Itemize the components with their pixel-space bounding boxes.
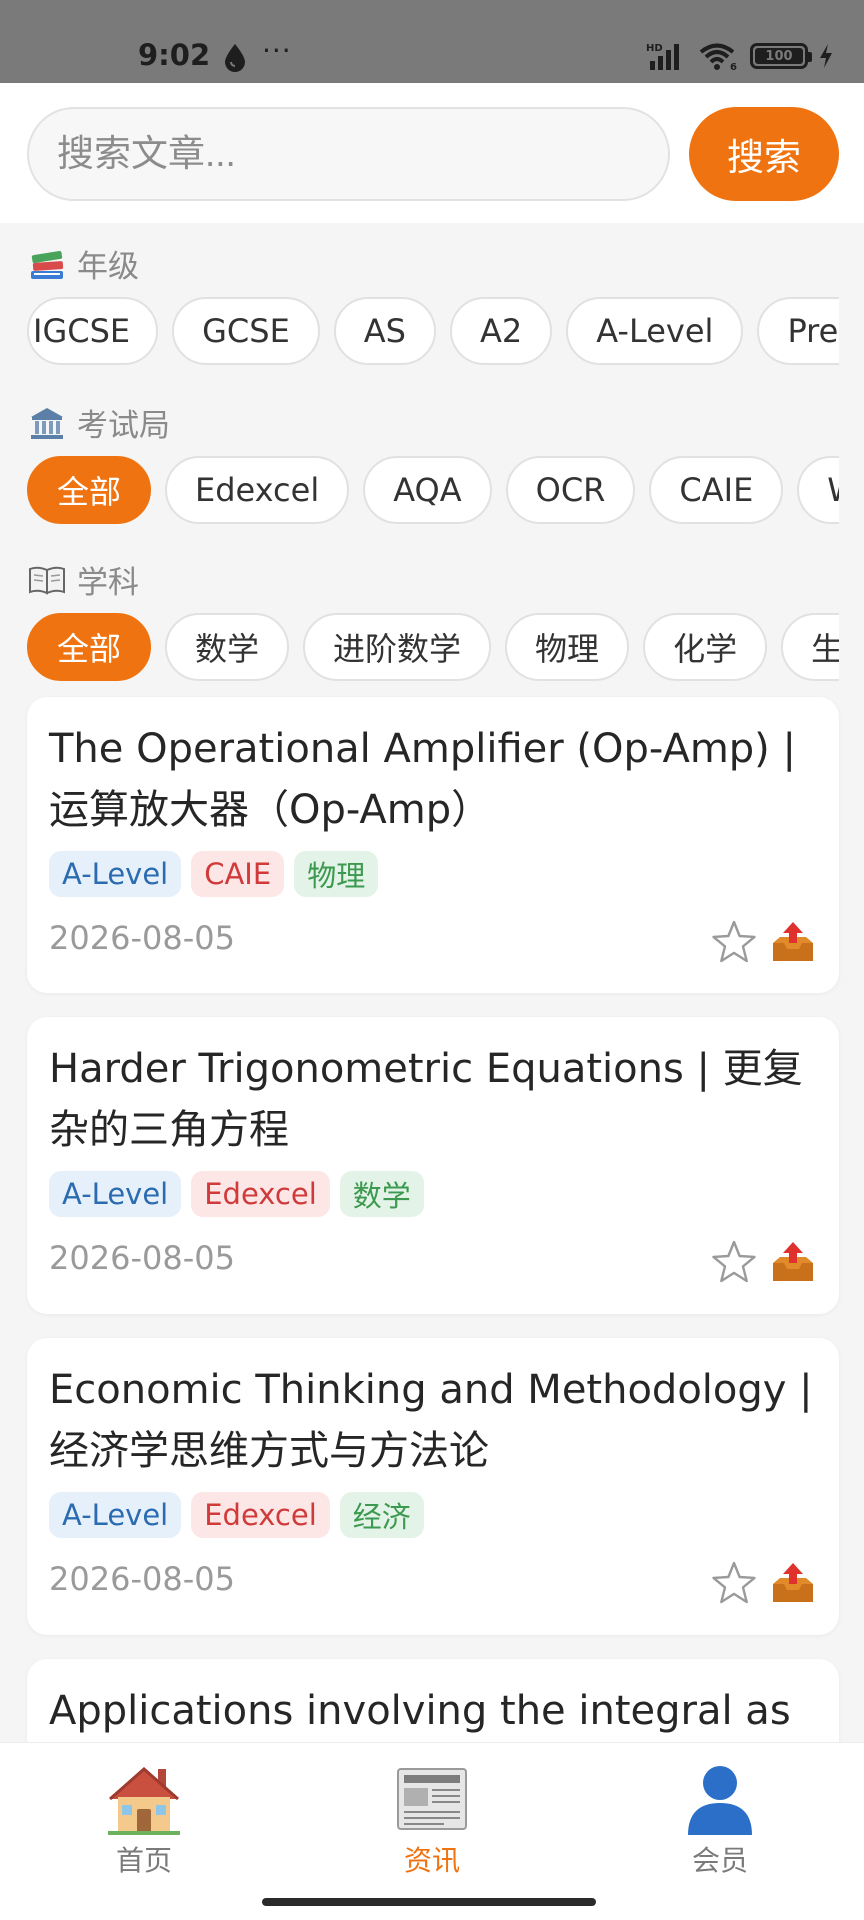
- grade-filter-label: 年级: [27, 241, 139, 286]
- chip-board-caie[interactable]: CAIE: [649, 456, 784, 524]
- tag-subject: 数学: [339, 1171, 424, 1217]
- svg-text:HD: HD: [646, 43, 663, 54]
- chip-grade-gcse[interactable]: GCSE: [172, 297, 320, 365]
- status-bar: 9:02 ··· HD 6 100: [0, 0, 864, 83]
- signal-icon: HD: [646, 43, 679, 70]
- home-indicator[interactable]: [262, 1898, 596, 1906]
- outbox-tray-icon[interactable]: [769, 1239, 817, 1285]
- search-button[interactable]: 搜索: [689, 107, 839, 201]
- chip-subject-further-math[interactable]: 进阶数学: [303, 613, 492, 681]
- chip-subject-biology[interactable]: 生: [781, 613, 839, 681]
- tag-level: A-Level: [49, 1171, 182, 1217]
- chip-board-all[interactable]: 全部: [27, 456, 152, 524]
- tag-board: CAIE: [191, 851, 285, 897]
- grade-chip-row: IGCSEGCSEASA2A-LevelPre-U: [27, 297, 839, 367]
- books-icon: [27, 244, 67, 284]
- article-tags: A-Level CAIE 物理: [49, 851, 379, 897]
- nav-member-label: 会员: [691, 1844, 748, 1877]
- star-icon[interactable]: [711, 919, 757, 965]
- chip-subject-physics[interactable]: 物理: [505, 613, 630, 681]
- chip-subject-all[interactable]: 全部: [27, 613, 152, 681]
- nav-news[interactable]: 资讯: [352, 1761, 512, 1879]
- article-card[interactable]: Economic Thinking and Methodology | 经济学思…: [27, 1338, 839, 1635]
- nav-home[interactable]: 首页: [64, 1761, 224, 1879]
- svg-text:6: 6: [730, 62, 737, 71]
- chip-board-aqa[interactable]: AQA: [363, 456, 492, 524]
- tag-level: A-Level: [49, 1492, 182, 1538]
- chip-board-wj[interactable]: WJ: [797, 456, 839, 524]
- status-time: 9:02: [138, 38, 211, 72]
- chip-grade-a2[interactable]: A2: [449, 297, 553, 365]
- article-title[interactable]: The Operational Amplifier (Op-Amp) | 运算放…: [49, 719, 819, 841]
- chip-grade-igcse[interactable]: IGCSE: [27, 297, 159, 365]
- nav-news-label: 资讯: [403, 1844, 460, 1877]
- board-chip-row: 全部EdexcelAQAOCRCAIEWJ: [27, 456, 839, 526]
- chip-grade-pre-u[interactable]: Pre-U: [757, 297, 839, 365]
- more-notifications-icon: ···: [262, 34, 292, 67]
- chip-subject-math[interactable]: 数学: [165, 613, 290, 681]
- tag-subject: 物理: [294, 851, 379, 897]
- chip-board-edexcel[interactable]: Edexcel: [165, 456, 350, 524]
- tag-board: Edexcel: [191, 1492, 330, 1538]
- water-drop-icon: [225, 44, 245, 72]
- tag-subject: 经济: [339, 1492, 424, 1538]
- article-title[interactable]: Applications involving the integral as: [49, 1681, 819, 1742]
- article-date: 2026-08-05: [49, 919, 235, 957]
- tag-level: A-Level: [49, 851, 182, 897]
- board-label: 考试局: [77, 408, 170, 444]
- outbox-tray-icon[interactable]: [769, 1560, 817, 1606]
- battery-icon: 100: [750, 43, 812, 69]
- battery-level: 100: [765, 48, 793, 64]
- wifi-icon: 6: [699, 43, 737, 71]
- article-tags: A-Level Edexcel 数学: [49, 1171, 424, 1217]
- bank-building-icon: [27, 403, 67, 443]
- tag-board: Edexcel: [191, 1171, 330, 1217]
- search-bar: 搜索: [0, 83, 864, 223]
- article-card[interactable]: The Operational Amplifier (Op-Amp) | 运算放…: [27, 697, 839, 993]
- subject-filter-label: 学科: [27, 557, 139, 602]
- article-tags: A-Level Edexcel 经济: [49, 1492, 424, 1538]
- article-title[interactable]: Harder Trigonometric Equations | 更复杂的三角方…: [49, 1039, 819, 1161]
- grade-label: 年级: [77, 249, 139, 285]
- nav-home-label: 首页: [115, 1844, 172, 1877]
- star-icon[interactable]: [711, 1239, 757, 1285]
- charging-icon: [820, 44, 832, 68]
- search-input[interactable]: [27, 107, 670, 201]
- article-card[interactable]: Harder Trigonometric Equations | 更复杂的三角方…: [27, 1017, 839, 1314]
- chip-grade-as[interactable]: AS: [333, 297, 436, 365]
- subject-label: 学科: [77, 565, 139, 601]
- user-silhouette-icon: [688, 1766, 752, 1835]
- bottom-navigation: 首页 资讯 会员: [0, 1742, 864, 1920]
- subject-chip-row: 全部 数学 进阶数学 物理 化学生: [27, 613, 839, 683]
- chip-board-ocr[interactable]: OCR: [505, 456, 636, 524]
- article-date: 2026-08-05: [49, 1560, 235, 1598]
- house-icon: [108, 1766, 180, 1835]
- article-title[interactable]: Economic Thinking and Methodology | 经济学思…: [49, 1360, 819, 1482]
- newspaper-icon: [397, 1768, 467, 1830]
- open-book-icon: [27, 560, 67, 600]
- nav-member[interactable]: 会员: [640, 1761, 800, 1879]
- article-date: 2026-08-05: [49, 1239, 235, 1277]
- star-icon[interactable]: [711, 1560, 757, 1606]
- board-filter-label: 考试局: [27, 400, 170, 445]
- outbox-tray-icon[interactable]: [769, 919, 817, 965]
- chip-subject-chemistry[interactable]: 化学: [643, 613, 768, 681]
- chip-grade-a-level[interactable]: A-Level: [566, 297, 744, 365]
